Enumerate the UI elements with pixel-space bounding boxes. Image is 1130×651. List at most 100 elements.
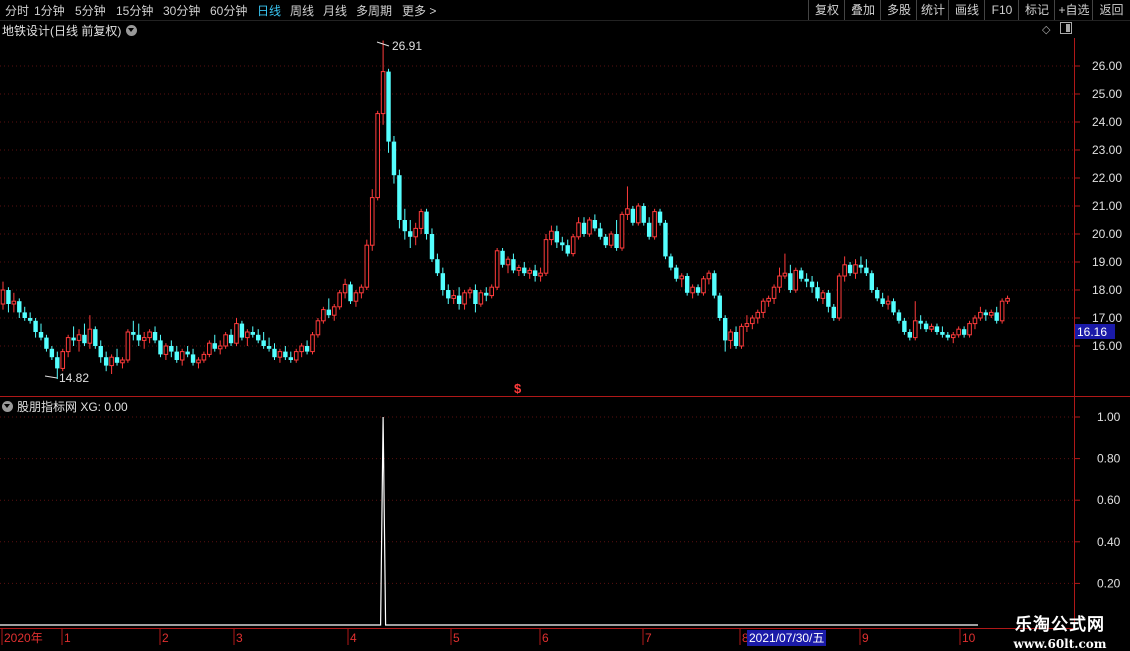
candle-body bbox=[397, 175, 402, 220]
draw-line-button[interactable]: 画线 bbox=[948, 0, 985, 20]
candle-body bbox=[983, 312, 989, 316]
candle-body bbox=[49, 348, 55, 358]
candle-body bbox=[169, 346, 174, 352]
tab-15min[interactable]: 15分钟 bbox=[116, 2, 153, 19]
low-price-label: 14.82 bbox=[59, 371, 89, 385]
candle-body bbox=[565, 245, 570, 254]
candle-body bbox=[750, 317, 755, 325]
stats-button[interactable]: 统计 bbox=[916, 0, 949, 20]
tab-weekly[interactable]: 周线 bbox=[290, 2, 314, 19]
candle-body bbox=[369, 197, 375, 246]
candle-body bbox=[554, 231, 560, 243]
candle-body bbox=[217, 345, 223, 350]
candle-body bbox=[777, 275, 782, 288]
date-tick-label: 7 bbox=[645, 631, 652, 645]
candle-body bbox=[76, 334, 82, 341]
candle-body bbox=[842, 264, 847, 277]
tab-fenshi[interactable]: 分时 bbox=[5, 2, 29, 19]
candle-body bbox=[978, 311, 983, 319]
tab-60min[interactable]: 60分钟 bbox=[210, 2, 247, 19]
candle-body bbox=[321, 309, 326, 322]
mark-button[interactable]: 标记 bbox=[1018, 0, 1055, 20]
candle-body bbox=[223, 334, 228, 347]
tab-multi-period[interactable]: 多周期 bbox=[356, 2, 392, 19]
date-axis: 2020年 1 2 3 4 5 6 7 8 9 10 bbox=[1, 629, 976, 645]
candle-body bbox=[527, 269, 533, 274]
y-tick-label: 20.00 bbox=[1092, 227, 1122, 241]
indicator-title-label: 股朋指标网 XG: 0.00 bbox=[17, 400, 128, 414]
y-tick-label: 19.00 bbox=[1092, 255, 1122, 269]
candle-body bbox=[679, 275, 685, 280]
candle-body bbox=[190, 354, 196, 363]
indicator-series bbox=[0, 416, 978, 626]
chevron-down-icon[interactable] bbox=[2, 401, 13, 412]
tab-30min[interactable]: 30分钟 bbox=[163, 2, 200, 19]
candle-body bbox=[277, 351, 283, 358]
candle-body bbox=[103, 357, 109, 366]
candle-body bbox=[885, 300, 891, 305]
panel-toggle-icon[interactable] bbox=[1060, 22, 1072, 37]
add-watchlist-button[interactable]: +自选 bbox=[1054, 0, 1093, 20]
candle-body bbox=[82, 334, 87, 344]
tab-more[interactable]: 更多 > bbox=[402, 2, 436, 19]
candle-body bbox=[511, 259, 516, 271]
candle-body bbox=[809, 281, 815, 288]
overlay-button[interactable]: 叠加 bbox=[844, 0, 881, 20]
candle-body bbox=[44, 337, 49, 349]
candle-body bbox=[11, 300, 17, 305]
candle-body bbox=[923, 323, 929, 330]
candle-body bbox=[1005, 297, 1010, 302]
candle-body bbox=[598, 228, 603, 237]
candle-body bbox=[391, 141, 397, 176]
chevron-down-icon[interactable] bbox=[126, 25, 138, 36]
candle-body bbox=[956, 328, 961, 336]
candle-body bbox=[478, 292, 484, 305]
date-tick-label: 6 bbox=[542, 631, 549, 645]
candle-body bbox=[902, 320, 907, 332]
y-tick-label: 24.00 bbox=[1092, 115, 1122, 129]
candle-body bbox=[234, 323, 239, 344]
candle-body bbox=[120, 359, 125, 364]
candle-body bbox=[256, 334, 261, 341]
candle-body bbox=[636, 205, 641, 224]
back-button[interactable]: 返回 bbox=[1092, 0, 1130, 20]
y-tick-label: 16.00 bbox=[1092, 339, 1122, 353]
tab-monthly[interactable]: 月线 bbox=[323, 2, 347, 19]
kline-chart[interactable]: 26.0025.0024.0023.0022.0021.0020.0019.00… bbox=[0, 0, 1130, 650]
multi-stock-button[interactable]: 多股 bbox=[880, 0, 917, 20]
candle-body bbox=[456, 295, 462, 304]
candle-body bbox=[820, 292, 826, 299]
diamond-icon[interactable]: ◇ bbox=[1042, 23, 1050, 36]
candle-body bbox=[760, 300, 766, 313]
candle-body bbox=[505, 258, 511, 266]
date-tick-label: 5 bbox=[453, 631, 460, 645]
candle-body bbox=[701, 278, 706, 294]
candle-body bbox=[516, 267, 522, 271]
candle-body bbox=[261, 340, 266, 346]
f10-button[interactable]: F10 bbox=[984, 0, 1019, 20]
candle-body bbox=[114, 357, 120, 363]
tab-5min[interactable]: 5分钟 bbox=[75, 2, 106, 19]
candle-body bbox=[418, 211, 424, 229]
candle-body bbox=[293, 351, 299, 361]
last-price-label: 16.16 bbox=[1077, 325, 1107, 339]
candle-body bbox=[27, 318, 33, 321]
tab-1min[interactable]: 1分钟 bbox=[34, 2, 65, 19]
candle-body bbox=[22, 312, 27, 318]
candle-body bbox=[739, 325, 744, 347]
candle-body bbox=[250, 332, 255, 335]
tab-daily[interactable]: 日线 bbox=[257, 2, 281, 19]
candle-body bbox=[945, 334, 951, 338]
fuquan-button[interactable]: 复权 bbox=[808, 0, 845, 20]
candle-body bbox=[55, 357, 60, 369]
candle-body bbox=[994, 312, 999, 321]
candle-body bbox=[912, 320, 918, 339]
candle-body bbox=[147, 331, 152, 339]
candle-body bbox=[880, 298, 885, 304]
date-tick-label: 8 bbox=[742, 631, 749, 645]
candle-body bbox=[331, 306, 337, 316]
candle-body bbox=[364, 244, 370, 288]
indicator-y-tick: 0.40 bbox=[1097, 535, 1121, 549]
candle-body bbox=[125, 331, 131, 361]
candle-body bbox=[543, 239, 549, 274]
